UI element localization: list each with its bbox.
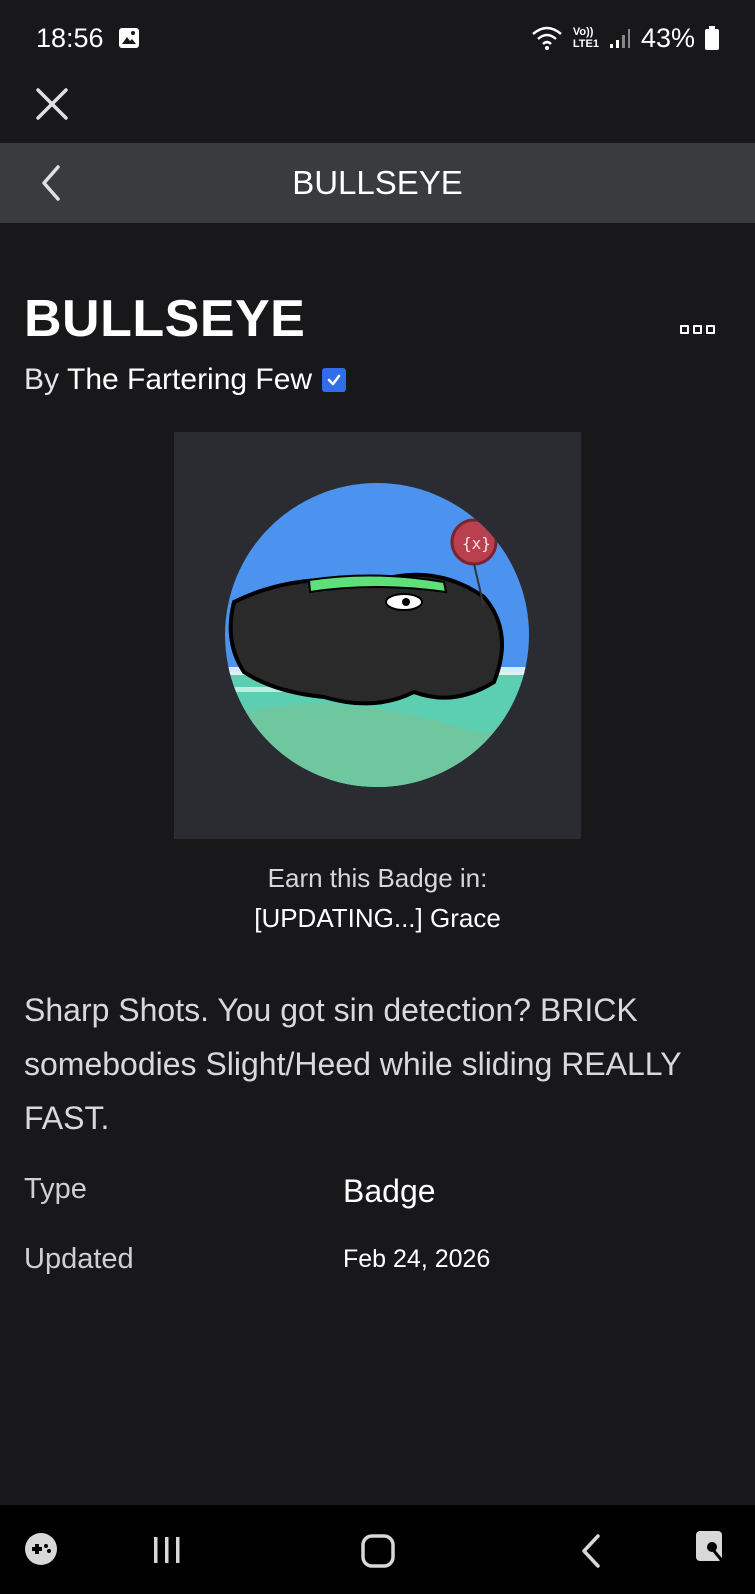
updated-label: Updated (24, 1243, 134, 1275)
more-dot (680, 324, 689, 334)
wifi-icon (532, 26, 562, 50)
battery-icon (705, 26, 719, 50)
signal-icon (609, 29, 630, 48)
recent-apps-icon[interactable] (150, 1533, 184, 1567)
experience-link[interactable]: [UPDATING...] Grace (0, 903, 755, 934)
status-time: 18:56 (36, 22, 104, 53)
system-navigation-bar (0, 1505, 755, 1594)
verified-icon (322, 368, 347, 392)
by-prefix: By (24, 363, 60, 396)
system-back-icon[interactable] (578, 1533, 604, 1569)
volte-label: Vo)) (572, 26, 594, 38)
network-label: LTE1 (572, 38, 599, 50)
creator-link[interactable]: The Fartering Few (67, 363, 312, 397)
updated-value: Feb 24, 2026 (343, 1245, 491, 1273)
volte-indicator: Vo)) LTE1 (573, 26, 599, 50)
game-tools-icon[interactable] (24, 1532, 58, 1566)
more-options-icon[interactable] (680, 319, 720, 339)
more-dot (706, 324, 715, 334)
earn-badge-label: Earn this Badge in: (267, 863, 488, 893)
close-row (0, 76, 755, 143)
image-notification-icon (118, 28, 139, 48)
type-value: Badge (343, 1173, 436, 1209)
status-bar: 18:56 Vo)) LTE1 43% (0, 0, 755, 76)
badge-thumbnail: {x} (174, 432, 581, 839)
badge-description: Sharp Shots. You got sin detection? BRIC… (24, 992, 681, 1136)
battery-percent: 43% (640, 22, 695, 53)
status-left: 18:56 (36, 23, 140, 54)
close-icon[interactable] (32, 84, 72, 124)
header-bar: BULLSEYE (0, 143, 755, 223)
type-label: Type (24, 1173, 87, 1205)
status-right: Vo)) LTE1 43% (531, 23, 719, 54)
accessibility-touch-icon[interactable] (694, 1529, 730, 1567)
more-dot (693, 324, 702, 334)
home-icon[interactable] (360, 1533, 396, 1569)
svg-text:{x}: {x} (462, 534, 491, 553)
creator-byline: By The Fartering Few (24, 363, 347, 397)
badge-artwork: {x} (225, 483, 529, 787)
badge-title: BULLSEYE (24, 290, 306, 348)
header-title: BULLSEYE (292, 164, 463, 201)
